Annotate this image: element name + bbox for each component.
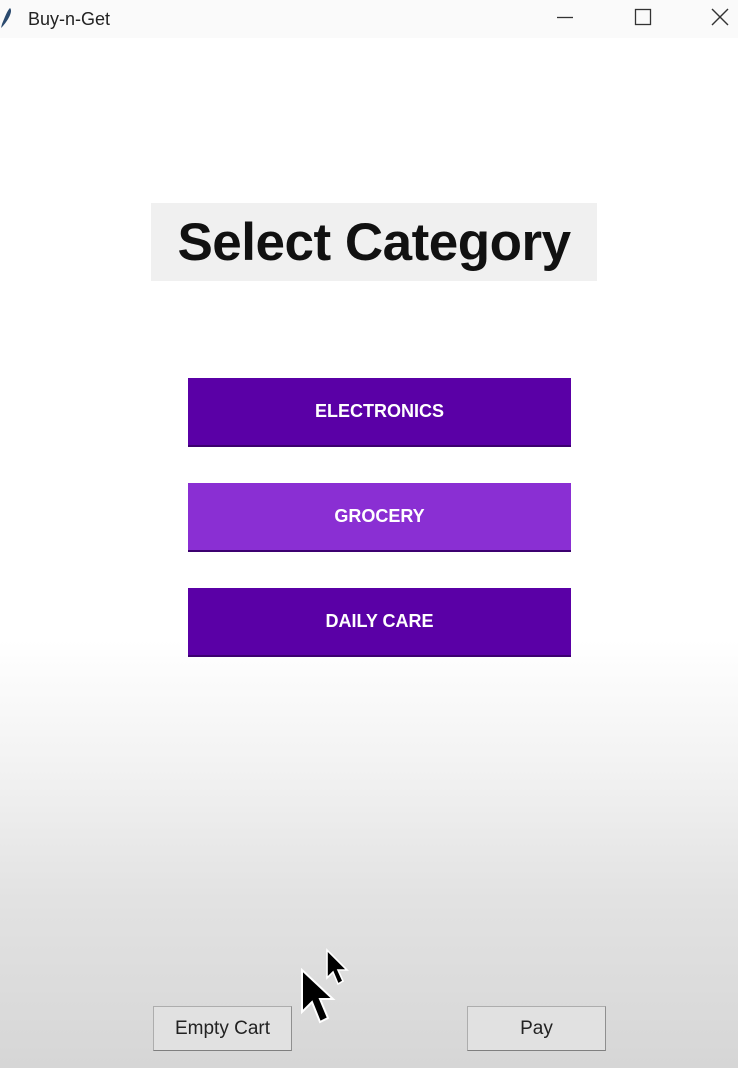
feather-icon	[0, 7, 14, 29]
mouse-pointer-icon	[325, 948, 349, 993]
heading-container: Select Category	[151, 203, 597, 281]
page-title: Select Category	[177, 212, 571, 272]
window-title: Buy-n-Get	[28, 9, 111, 29]
close-icon	[711, 8, 729, 31]
grocery-button[interactable]: GROCERY	[188, 483, 571, 550]
empty-cart-button[interactable]: Empty Cart	[153, 1006, 292, 1051]
close-button[interactable]	[700, 4, 738, 34]
minimize-button[interactable]	[545, 4, 585, 34]
pay-button[interactable]: Pay	[467, 1006, 606, 1051]
maximize-button[interactable]	[623, 4, 663, 34]
minimize-icon	[556, 8, 574, 31]
daily-care-button[interactable]: DAILY CARE	[188, 588, 571, 655]
maximize-icon	[634, 8, 652, 31]
title-bar: Buy-n-Get	[0, 0, 738, 38]
electronics-button[interactable]: ELECTRONICS	[188, 378, 571, 445]
